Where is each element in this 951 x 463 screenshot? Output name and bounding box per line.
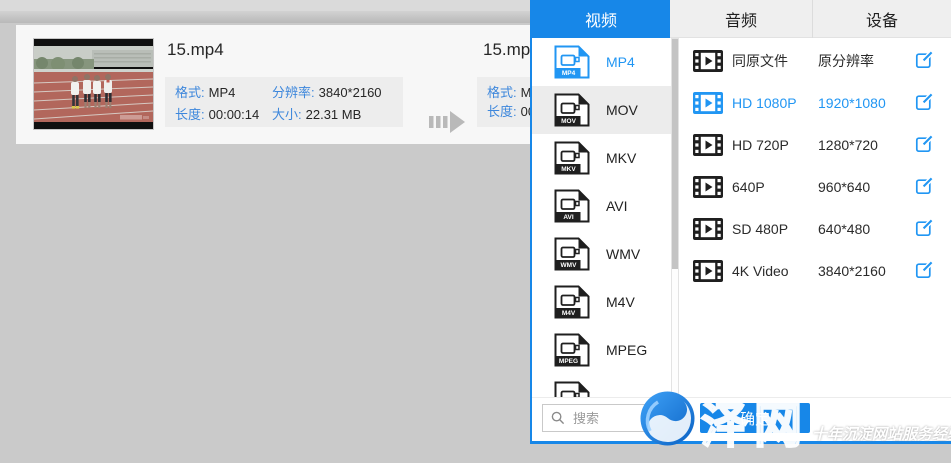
preset-item[interactable]: 640P 960*640: [680, 166, 951, 208]
format-list: MP4 MP4 MOV MOV MKV MKV AV: [532, 38, 672, 422]
info-format: 格式:MP4: [175, 83, 272, 105]
panel-tabs: 视频 音频 设备: [532, 0, 951, 38]
preset-resolution: 960*640: [818, 179, 913, 195]
preset-name: 640P: [732, 179, 818, 195]
format-item[interactable]: AVI AVI: [532, 182, 672, 230]
svg-text:MP4: MP4: [562, 70, 576, 77]
filmstrip-play-icon: [693, 260, 723, 282]
edit-preset-button[interactable]: [913, 134, 935, 156]
edit-pencil-icon: [914, 176, 934, 196]
format-label: MPEG: [606, 342, 647, 358]
preset-item[interactable]: HD 720P 1280*720: [680, 124, 951, 166]
search-icon: [551, 411, 565, 425]
file-type-icon: WMV: [553, 237, 591, 271]
edit-pencil-icon: [914, 92, 934, 112]
preset-name: HD 1080P: [732, 95, 818, 111]
preset-item[interactable]: HD 1080P 1920*1080: [680, 82, 951, 124]
edit-preset-button[interactable]: [913, 260, 935, 282]
edit-preset-button[interactable]: [913, 218, 935, 240]
filmstrip-play-icon: [693, 92, 723, 114]
scrollbar[interactable]: [671, 38, 679, 398]
format-label: MKV: [606, 150, 636, 166]
format-picker-panel: 视频 音频 设备 MP4 MP4 MOV MOV: [530, 0, 951, 444]
format-label: MP4: [606, 54, 635, 70]
svg-text:MKV: MKV: [561, 166, 576, 173]
app-window: 15.mp4 格式:MP4 分辨率:3840*2160 长度:00:00:14 …: [0, 0, 951, 463]
format-item[interactable]: MKV MKV: [532, 134, 672, 182]
watermark-slogan: 十年沉淀网站服务经验!: [812, 423, 951, 444]
edit-pencil-icon: [914, 50, 934, 70]
info-size: 大小:22.31 MB: [272, 105, 403, 127]
preset-resolution: 原分辨率: [818, 51, 913, 71]
format-label: WMV: [606, 246, 640, 262]
file-type-icon: M4V: [553, 285, 591, 319]
preset-name: SD 480P: [732, 221, 818, 237]
preset-name: HD 720P: [732, 137, 818, 153]
preset-name: 4K Video: [732, 263, 818, 279]
filmstrip-play-icon: [693, 176, 723, 198]
svg-text:AVI: AVI: [563, 214, 574, 221]
file-type-icon: MKV: [553, 141, 591, 175]
file-type-icon: MP4: [553, 45, 591, 79]
preset-item[interactable]: 4K Video 3840*2160: [680, 250, 951, 292]
info-resolution: 分辨率:3840*2160: [272, 83, 403, 105]
preset-resolution: 640*480: [818, 221, 913, 237]
file-type-icon: MPEG: [553, 333, 591, 367]
filmstrip-play-icon: [693, 50, 723, 72]
edit-preset-button[interactable]: [913, 92, 935, 114]
video-thumbnail: [33, 38, 154, 130]
format-label: AVI: [606, 198, 628, 214]
source-file-name: 15.mp4: [167, 40, 224, 60]
watermark-swirl-logo-icon: [639, 390, 696, 447]
preset-name: 同原文件: [732, 51, 818, 71]
edit-preset-button[interactable]: [913, 176, 935, 198]
format-label: MOV: [606, 102, 638, 118]
format-label: M4V: [606, 294, 635, 310]
preset-list: 同原文件 原分辨率 HD 1080P 1920*1080: [680, 40, 951, 292]
tab-device[interactable]: 设备: [812, 0, 951, 38]
scrollbar-thumb[interactable]: [672, 39, 678, 269]
format-item[interactable]: MPEG MPEG: [532, 326, 672, 374]
format-item[interactable]: M4V M4V: [532, 278, 672, 326]
edit-preset-button[interactable]: [913, 50, 935, 72]
preset-item[interactable]: SD 480P 640*480: [680, 208, 951, 250]
edit-pencil-icon: [914, 134, 934, 154]
svg-text:WMV: WMV: [561, 262, 578, 269]
format-item[interactable]: MP4 MP4: [532, 38, 672, 86]
source-file-info: 格式:MP4 分辨率:3840*2160 长度:00:00:14 大小:22.3…: [165, 77, 403, 127]
filmstrip-play-icon: [693, 134, 723, 156]
preset-resolution: 1920*1080: [818, 95, 913, 111]
svg-text:M4V: M4V: [562, 310, 576, 317]
convert-arrow-icon: [428, 110, 468, 134]
preset-resolution: 3840*2160: [818, 263, 913, 279]
format-item[interactable]: WMV WMV: [532, 230, 672, 278]
svg-text:MPEG: MPEG: [559, 358, 578, 365]
format-item[interactable]: MOV MOV: [532, 86, 672, 134]
tab-audio[interactable]: 音频: [670, 0, 812, 38]
preset-item[interactable]: 同原文件 原分辨率: [680, 40, 951, 82]
filmstrip-play-icon: [693, 218, 723, 240]
thumbnail-scene-icon: [34, 39, 153, 129]
edit-pencil-icon: [914, 260, 934, 280]
tab-video[interactable]: 视频: [532, 0, 670, 38]
file-type-icon: AVI: [553, 189, 591, 223]
svg-text:MOV: MOV: [561, 118, 576, 125]
file-type-icon: MOV: [553, 93, 591, 127]
edit-pencil-icon: [914, 218, 934, 238]
preset-resolution: 1280*720: [818, 137, 913, 153]
watermark-logo-text: 泽网: [701, 386, 807, 456]
info-duration: 长度:00:00:14: [175, 105, 272, 127]
